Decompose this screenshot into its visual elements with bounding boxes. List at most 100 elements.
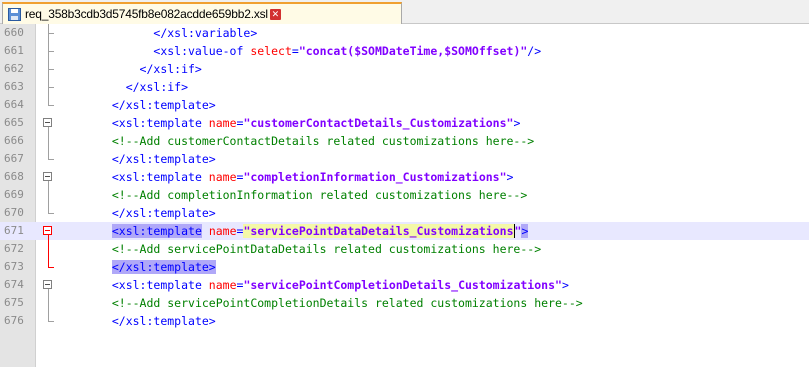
syntax-token: <!--Add customerContactDetails related c… <box>111 134 535 148</box>
syntax-token: <xsl:template <box>111 116 209 130</box>
code-line[interactable]: 671 <xsl:template name="servicePointData… <box>0 222 809 240</box>
line-number: 660 <box>4 26 24 39</box>
code-text: <!--Add completionInformation related cu… <box>98 187 527 203</box>
syntax-token: name <box>208 116 237 130</box>
line-number: 672 <box>4 242 24 255</box>
fold-toggle-icon[interactable] <box>43 118 52 127</box>
code-line[interactable]: 667 </xsl:template> <box>0 150 809 168</box>
line-number: 667 <box>4 152 24 165</box>
line-number: 670 <box>4 206 24 219</box>
code-text: </xsl:template> <box>98 313 216 329</box>
code-text: <xsl:template name="servicePointCompleti… <box>98 277 569 293</box>
syntax-token: select <box>250 44 292 58</box>
syntax-token: </xsl:template> <box>111 260 216 274</box>
code-text: <xsl:value-of select="concat($SOMDateTim… <box>98 43 541 59</box>
fold-tick <box>48 87 54 88</box>
code-text: <xsl:template name="customerContactDetai… <box>98 115 521 131</box>
line-number: 661 <box>4 44 24 57</box>
close-icon[interactable]: ✕ <box>269 8 281 20</box>
fold-tick <box>48 69 54 70</box>
code-text: <!--Add customerContactDetails related c… <box>98 133 534 149</box>
syntax-token: "concat($SOMDateTime,$SOMOffset)" <box>298 44 528 58</box>
line-number: 668 <box>4 170 24 183</box>
code-line[interactable]: 662 </xsl:if> <box>0 60 809 78</box>
syntax-token: > <box>513 116 521 130</box>
code-line[interactable]: 672 <!--Add servicePointDataDetails rela… <box>0 240 809 258</box>
syntax-token: /> <box>527 44 542 58</box>
code-line[interactable]: 670 </xsl:template> <box>0 204 809 222</box>
line-number: 663 <box>4 80 24 93</box>
fold-tick <box>48 267 54 268</box>
syntax-token: = <box>291 44 299 58</box>
syntax-token: </xsl:if> <box>125 80 189 94</box>
code-text: </xsl:template> <box>98 205 216 221</box>
code-line[interactable]: 673 </xsl:template> <box>0 258 809 276</box>
code-line[interactable]: 674 <xsl:template name="servicePointComp… <box>0 276 809 294</box>
code-line[interactable]: 663 </xsl:if> <box>0 78 809 96</box>
tab-bar: req_358b3cdb3d5745fb8e082acdde659bb2.xsl… <box>0 0 809 24</box>
code-line[interactable]: 668 <xsl:template name="completionInform… <box>0 168 809 186</box>
code-line[interactable]: 669 <!--Add completionInformation relate… <box>0 186 809 204</box>
code-text: <!--Add servicePointCompletionDetails re… <box>98 295 583 311</box>
line-number: 676 <box>4 314 24 327</box>
fold-line <box>48 289 49 321</box>
fold-line <box>48 181 49 213</box>
syntax-token: <xsl:template <box>111 170 209 184</box>
line-number: 665 <box>4 116 24 129</box>
fold-tick <box>48 51 54 52</box>
syntax-token: </xsl:template> <box>111 152 216 166</box>
syntax-token: servicePointDataDetails_Customizations <box>250 224 514 238</box>
save-disk-icon <box>7 7 21 21</box>
syntax-token: <!--Add completionInformation related cu… <box>111 188 528 202</box>
code-text: <xsl:template name="completionInformatio… <box>98 169 514 185</box>
code-line[interactable]: 661 <xsl:value-of select="concat($SOMDat… <box>0 42 809 60</box>
code-line[interactable]: 676 </xsl:template> <box>0 312 809 330</box>
code-text: </xsl:template> <box>98 259 216 275</box>
code-line[interactable]: 675 <!--Add servicePointCompletionDetail… <box>0 294 809 312</box>
syntax-token: "servicePointCompletionDetails_Customiza… <box>243 278 562 292</box>
syntax-token: "completionInformation_Customizations" <box>243 170 507 184</box>
fold-toggle-icon[interactable] <box>43 280 52 289</box>
code-line[interactable]: 660 </xsl:variable> <box>0 24 809 42</box>
fold-tick <box>48 321 54 322</box>
code-text: </xsl:if> <box>98 61 202 77</box>
line-number: 664 <box>4 98 24 111</box>
line-number: 669 <box>4 188 24 201</box>
fold-tick <box>48 105 54 106</box>
syntax-token: > <box>561 278 569 292</box>
fold-toggle-icon[interactable] <box>43 226 52 235</box>
fold-tick <box>48 33 54 34</box>
syntax-token: </xsl:template> <box>111 314 216 328</box>
syntax-token: <!--Add servicePointCompletionDetails re… <box>111 296 583 310</box>
syntax-token: "customerContactDetails_Customizations" <box>243 116 514 130</box>
fold-tick <box>48 213 54 214</box>
syntax-token: > <box>506 170 514 184</box>
fold-tick <box>48 159 54 160</box>
code-line[interactable]: 665 <xsl:template name="customerContactD… <box>0 114 809 132</box>
syntax-token: <!--Add servicePointDataDetails related … <box>111 242 542 256</box>
syntax-token: name <box>208 170 237 184</box>
code-line[interactable]: 666 <!--Add customerContactDetails relat… <box>0 132 809 150</box>
code-text: </xsl:template> <box>98 97 216 113</box>
syntax-token: <xsl:template <box>111 224 202 238</box>
code-line[interactable]: 664 </xsl:template> <box>0 96 809 114</box>
file-tab[interactable]: req_358b3cdb3d5745fb8e082acdde659bb2.xsl… <box>2 2 402 24</box>
code-text: </xsl:variable> <box>98 25 257 41</box>
syntax-token: </xsl:template> <box>111 98 216 112</box>
syntax-token: <xsl:template <box>111 278 209 292</box>
code-editor[interactable]: 660 </xsl:variable> 661 <xsl:value-of sel… <box>0 24 809 367</box>
line-number: 666 <box>4 134 24 147</box>
syntax-token: > <box>521 224 529 238</box>
syntax-token: name <box>208 278 237 292</box>
code-text: <!--Add servicePointDataDetails related … <box>98 241 541 257</box>
fold-line <box>48 235 49 267</box>
code-text: </xsl:if> <box>98 79 188 95</box>
line-number: 673 <box>4 260 24 273</box>
line-number: 662 <box>4 62 24 75</box>
syntax-token: </xsl:template> <box>111 206 216 220</box>
syntax-token: </xsl:if> <box>139 62 202 76</box>
line-number: 674 <box>4 278 24 291</box>
syntax-token: <xsl:value-of <box>153 44 251 58</box>
fold-toggle-icon[interactable] <box>43 172 52 181</box>
line-number: 675 <box>4 296 24 309</box>
